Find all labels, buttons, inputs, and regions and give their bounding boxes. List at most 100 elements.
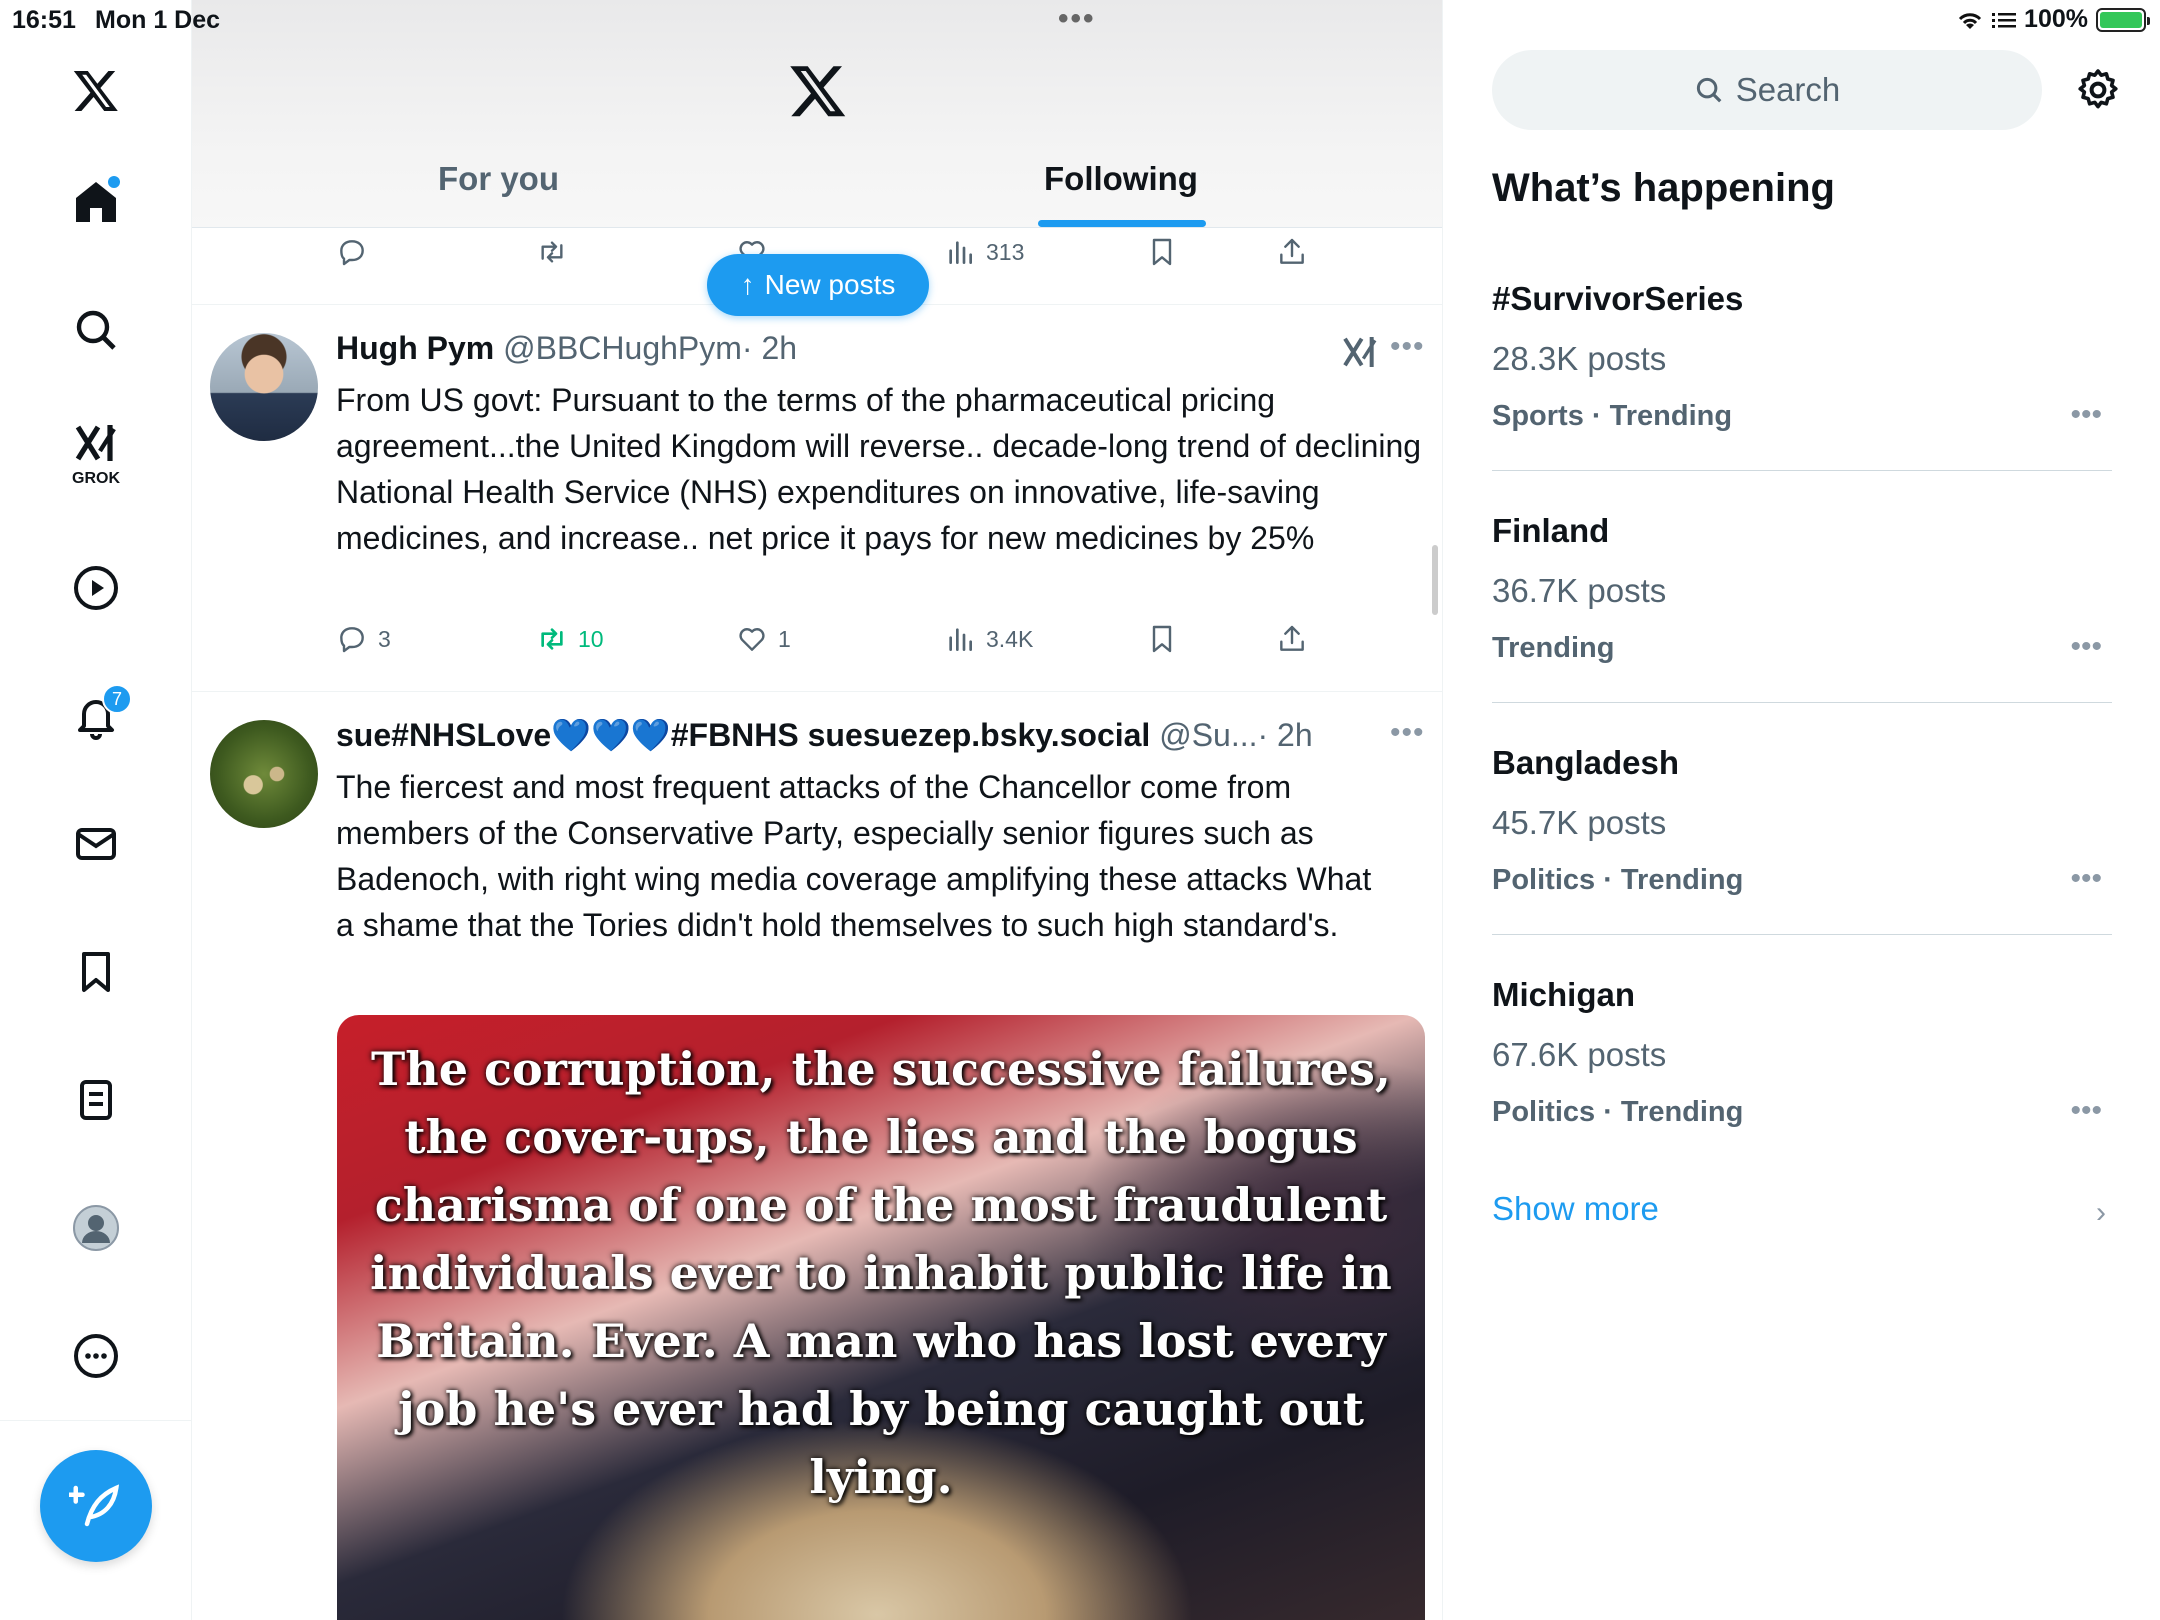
- trend-name: Michigan: [1492, 976, 1636, 1013]
- x-logo-icon[interactable]: [56, 50, 136, 130]
- author-handle[interactable]: @BBCHughPym: [503, 330, 742, 366]
- bookmark-icon: [1152, 238, 1172, 266]
- avatar[interactable]: [210, 333, 318, 441]
- post-text: The fiercest and most frequent attacks o…: [336, 769, 1372, 943]
- repost-button[interactable]: [536, 236, 568, 268]
- views-count: 3.4K: [986, 625, 1034, 652]
- bookmark-button[interactable]: [1146, 623, 1178, 655]
- trend-item[interactable]: #SurvivorSeries 28.3K posts Sports · Tre…: [1492, 280, 2112, 440]
- trend-meta: Sports · Trending: [1492, 400, 1733, 432]
- trend-item[interactable]: Michigan 67.6K posts Politics · Trending…: [1492, 976, 2112, 1136]
- chevron-right-icon: ›: [2096, 1196, 2106, 1229]
- repost-button[interactable]: 10: [536, 623, 604, 655]
- more-options-icon[interactable]: [56, 1316, 136, 1396]
- trend-more-icon[interactable]: •••: [2070, 630, 2102, 664]
- multitasking-dots-icon[interactable]: •••: [1058, 2, 1096, 36]
- views-chart-icon: [949, 241, 972, 264]
- post-actions: 3 10 1 3.4K: [192, 623, 1442, 667]
- repost-count: 10: [578, 625, 604, 652]
- trend-meta: Politics · Trending: [1492, 1096, 1744, 1128]
- reply-button[interactable]: 3: [336, 623, 391, 655]
- views-chart-icon: [949, 628, 972, 651]
- right-sidebar: Search What’s happening #SurvivorSeries …: [1444, 0, 2160, 1620]
- avatar[interactable]: [210, 720, 318, 828]
- search-input[interactable]: Search: [1492, 50, 2042, 130]
- lists-icon[interactable]: [56, 1060, 136, 1140]
- bookmark-icon: [1152, 625, 1172, 653]
- bookmark-button[interactable]: [1146, 236, 1178, 268]
- post-header: sue#NHSLove💙💙💙#FBNHS suesuezep.bsky.soci…: [336, 716, 1313, 754]
- grok-label: GROK: [72, 470, 120, 487]
- views-button[interactable]: 313: [944, 236, 1024, 268]
- share-button[interactable]: [1276, 236, 1308, 268]
- grok-explain-icon[interactable]: [1340, 332, 1380, 372]
- profile-avatar-icon[interactable]: [56, 1188, 136, 1268]
- post-more-icon[interactable]: •••: [1390, 330, 1425, 364]
- share-icon: [1280, 238, 1304, 264]
- grok-icon[interactable]: GROK: [56, 410, 136, 490]
- home-unread-dot: [108, 176, 120, 188]
- new-posts-label: New posts: [764, 269, 896, 300]
- bookmarks-icon[interactable]: [56, 932, 136, 1012]
- status-date: Mon 1 Dec: [95, 6, 221, 34]
- reply-count: 3: [378, 625, 391, 652]
- trend-item[interactable]: Bangladesh 45.7K posts Politics · Trendi…: [1492, 744, 2112, 904]
- author-name[interactable]: Hugh Pym: [336, 330, 494, 366]
- whats-happening-title: What’s happening: [1492, 166, 1835, 210]
- wifi-icon: [1958, 12, 1982, 29]
- tab-following[interactable]: Following: [1044, 160, 1198, 198]
- post-more-icon[interactable]: •••: [1390, 716, 1425, 750]
- share-icon: [1280, 625, 1304, 651]
- compose-post-button[interactable]: [40, 1450, 152, 1562]
- home-icon[interactable]: [56, 162, 136, 242]
- trend-count: 45.7K posts: [1492, 804, 1667, 841]
- timeline-column: For you Following 313 ↑ New posts Hugh P…: [192, 0, 1443, 1620]
- reply-icon: [340, 627, 364, 653]
- like-heart-icon: [739, 628, 765, 651]
- image-quote-text: The corruption, the successive failures,…: [370, 1042, 1392, 1504]
- explore-search-icon[interactable]: [56, 290, 136, 370]
- trend-more-icon[interactable]: •••: [2070, 398, 2102, 432]
- post-time: · 2h: [1257, 717, 1313, 753]
- post-image[interactable]: The corruption, the successive failures,…: [337, 1015, 1425, 1620]
- battery-icon: [2096, 7, 2150, 32]
- trend-item[interactable]: Finland 36.7K posts Trending •••: [1492, 512, 2112, 672]
- show-more-link[interactable]: Show more: [1492, 1190, 1659, 1228]
- status-right: 100%: [1956, 5, 2150, 34]
- scroll-indicator[interactable]: [1432, 545, 1438, 615]
- trend-more-icon[interactable]: •••: [2070, 862, 2102, 896]
- focus-icon: [1992, 12, 2017, 28]
- post-divider: [192, 691, 1442, 692]
- tab-for-you[interactable]: For you: [438, 160, 559, 198]
- reply-button[interactable]: [336, 236, 368, 268]
- trend-count: 28.3K posts: [1492, 340, 1667, 377]
- search-icon: [1696, 77, 1722, 103]
- views-button[interactable]: 3.4K: [944, 623, 1033, 655]
- post-header: Hugh Pym @BBCHughPym· 2h: [336, 330, 797, 367]
- trend-divider: [1492, 470, 2112, 471]
- post-text: From US govt: Pursuant to the terms of t…: [336, 382, 1422, 556]
- author-handle[interactable]: @Su...: [1159, 717, 1257, 753]
- trend-name: #SurvivorSeries: [1492, 280, 1744, 317]
- author-name[interactable]: sue#NHSLove💙💙💙#FBNHS suesuezep.bsky.soci…: [336, 717, 1150, 753]
- repost-icon: [541, 241, 563, 263]
- trend-divider: [1492, 934, 2112, 935]
- share-button[interactable]: [1276, 623, 1308, 655]
- settings-gear-icon[interactable]: [2074, 66, 2122, 114]
- like-button[interactable]: 1: [736, 623, 791, 655]
- notifications-bell-icon[interactable]: 7: [56, 676, 136, 756]
- left-nav-rail: GROK 7: [0, 0, 192, 1620]
- compose-feather-icon: [69, 1484, 120, 1527]
- messages-envelope-icon[interactable]: [56, 804, 136, 884]
- trend-count: 36.7K posts: [1492, 572, 1667, 609]
- post-time: · 2h: [741, 330, 798, 366]
- status-bar: 16:51 Mon 1 Dec ••• 100%: [0, 0, 2160, 40]
- x-header-logo-icon[interactable]: [788, 60, 848, 120]
- video-play-icon[interactable]: [56, 548, 136, 628]
- status-time: 16:51: [12, 6, 76, 34]
- trend-name: Finland: [1492, 512, 1610, 549]
- trend-more-icon[interactable]: •••: [2070, 1094, 2102, 1128]
- rail-divider: [0, 1420, 192, 1421]
- views-count: 313: [986, 238, 1025, 265]
- new-posts-pill[interactable]: ↑ New posts: [707, 254, 929, 316]
